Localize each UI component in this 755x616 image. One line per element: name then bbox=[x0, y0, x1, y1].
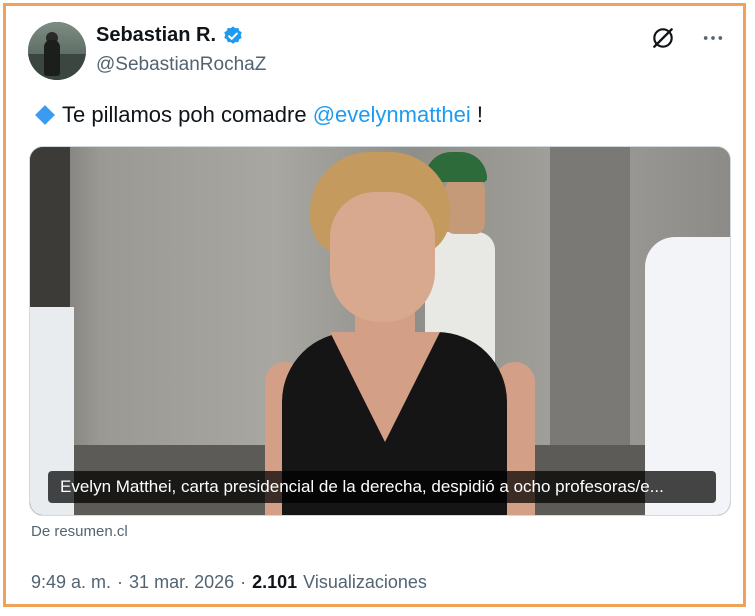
verified-badge-icon bbox=[222, 25, 244, 47]
link-card-title[interactable]: Evelyn Matthei, carta presidencial de la… bbox=[48, 471, 716, 503]
meta-separator: · bbox=[240, 572, 247, 592]
tweet-time[interactable]: 9:49 a. m. bbox=[31, 572, 111, 593]
tweet-suffix: ! bbox=[476, 102, 484, 127]
author-name[interactable]: Sebastian R. bbox=[96, 24, 216, 47]
more-icon[interactable] bbox=[699, 24, 727, 52]
avatar-figure bbox=[44, 40, 60, 76]
photo-guard-face bbox=[445, 179, 485, 234]
photo-woman-face bbox=[330, 192, 435, 322]
tweet-text: Te pillamos poh comadre @evelynmatthei ! bbox=[35, 102, 484, 128]
author-row: Sebastian R. bbox=[96, 24, 244, 47]
author-handle[interactable]: @SebastianRochaZ bbox=[96, 54, 266, 76]
grok-icon[interactable] bbox=[649, 24, 677, 52]
tweet-meta: 9:49 a. m. · 31 mar. 2026 · 2.101 Visual… bbox=[31, 572, 427, 593]
meta-separator: · bbox=[117, 572, 124, 592]
tweet-date[interactable]: 31 mar. 2026 bbox=[129, 572, 234, 593]
link-card-image[interactable]: Evelyn Matthei, carta presidencial de la… bbox=[29, 146, 731, 516]
link-source[interactable]: De resumen.cl bbox=[31, 523, 128, 540]
tweet-body: Te pillamos poh comadre bbox=[62, 102, 307, 127]
mention-link[interactable]: @evelynmatthei bbox=[313, 102, 471, 128]
avatar[interactable] bbox=[28, 22, 86, 80]
tweet-card: Sebastian R. @SebastianRochaZ Te pillamo bbox=[3, 3, 746, 607]
diamond-icon bbox=[35, 105, 55, 125]
views-label: Visualizaciones bbox=[303, 572, 427, 592]
top-actions bbox=[649, 24, 727, 52]
views-count: 2.101 bbox=[252, 572, 298, 592]
